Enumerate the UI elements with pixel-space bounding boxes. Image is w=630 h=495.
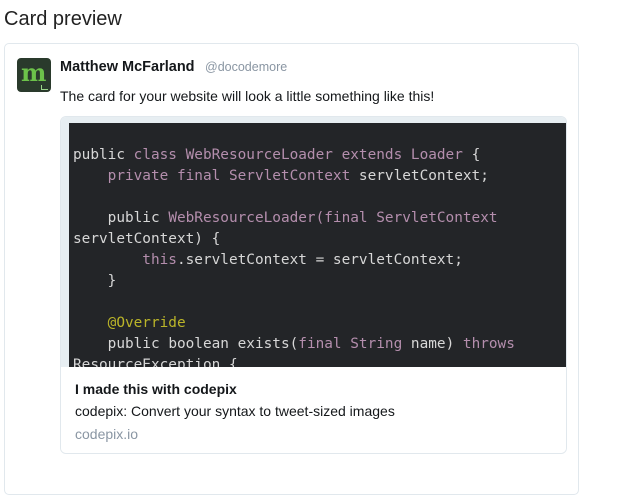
code-token: final: [298, 336, 351, 352]
code-token: ResourceException {: [73, 357, 238, 367]
code-token: exists(: [237, 336, 299, 352]
code-token: private: [73, 168, 177, 184]
card-title: I made this with codepix: [75, 381, 237, 397]
code-line: public boolean exists(final String name)…: [73, 334, 515, 355]
code-token: Loader: [410, 147, 472, 163]
code-token: }: [73, 273, 117, 289]
card-body: I made this with codepix codepix: Conver…: [61, 367, 566, 453]
code-token: throws: [462, 336, 515, 352]
code-block: public class WebResourceLoader extends L…: [69, 123, 566, 367]
avatar-mark-icon: [41, 85, 48, 90]
author-name[interactable]: Matthew McFarland: [60, 59, 195, 75]
code-token: final: [324, 210, 377, 226]
code-image: public class WebResourceLoader extends L…: [61, 117, 566, 367]
card-domain[interactable]: codepix.io: [75, 426, 138, 442]
code-line: public class WebResourceLoader extends L…: [73, 145, 480, 166]
code-line: ResourceException {: [73, 355, 238, 367]
avatar[interactable]: m: [17, 58, 51, 92]
code-line: this.servletContext = servletContext;: [73, 250, 463, 271]
code-token: .servletContext = servletContext;: [176, 252, 463, 268]
code-line: @Override: [73, 313, 186, 334]
code-line: private final ServletContext servletCont…: [73, 166, 489, 187]
code-token: public: [73, 147, 134, 163]
link-card[interactable]: public class WebResourceLoader extends L…: [60, 116, 567, 454]
code-line: servletContext) {: [73, 229, 220, 250]
code-token: boolean: [168, 336, 238, 352]
code-token: ServletContext: [228, 168, 359, 184]
avatar-letter: m: [21, 58, 47, 87]
tweet-text: The card for your website will look a li…: [60, 88, 435, 104]
code-token: public: [73, 336, 169, 352]
tweet-card-preview: m Matthew McFarland @docodemore The card…: [4, 43, 579, 495]
card-description: codepix: Convert your syntax to tweet-si…: [75, 403, 395, 419]
code-token: WebResourceLoader: [185, 147, 342, 163]
code-token: ServletContext: [376, 210, 498, 226]
code-token: {: [471, 147, 481, 163]
code-token: extends: [341, 147, 411, 163]
code-token: name): [410, 336, 463, 352]
code-token: String: [350, 336, 411, 352]
code-line: public WebResourceLoader(final ServletCo…: [73, 208, 498, 229]
code-token: this: [73, 252, 177, 268]
code-token: WebResourceLoader(: [168, 210, 325, 226]
code-token: class: [133, 147, 186, 163]
code-token: public: [73, 210, 169, 226]
author-line: Matthew McFarland @docodemore: [60, 58, 287, 76]
code-line: }: [73, 271, 117, 292]
code-token: @Override: [73, 315, 186, 331]
code-token: final: [176, 168, 229, 184]
code-token: servletContext) {: [73, 231, 221, 247]
code-token: servletContext;: [358, 168, 489, 184]
author-handle[interactable]: @docodemore: [205, 60, 287, 74]
page-title: Card preview: [4, 8, 122, 30]
